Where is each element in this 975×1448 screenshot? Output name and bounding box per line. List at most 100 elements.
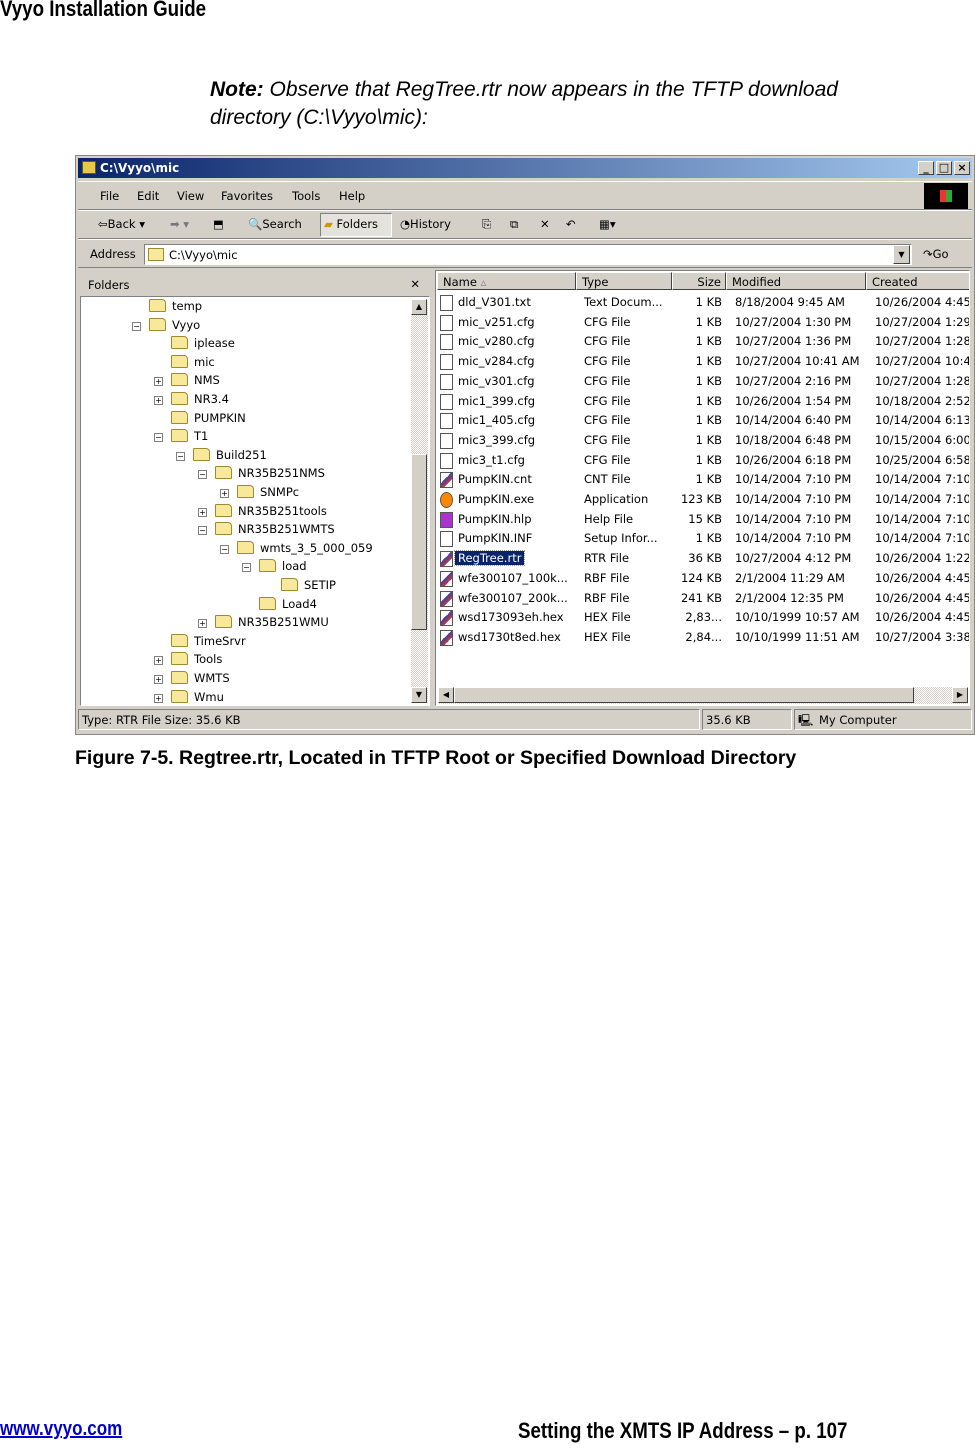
scroll-down-button[interactable]: ▼ (411, 687, 427, 703)
column-type[interactable]: Type (576, 272, 672, 290)
menu-edit[interactable]: Edit (137, 189, 159, 203)
file-row[interactable]: PumpKIN.exe Application 123 KB 10/14/2004 7… (438, 490, 969, 509)
footer-link[interactable]: www.vyyo.com (0, 1418, 122, 1441)
file-row[interactable]: mic1_405.cfg CFG File 1 KB 10/14/2004 6:40 … (438, 411, 969, 430)
address-input[interactable]: C:\Vyyo\mic (144, 244, 912, 265)
horizontal-scroll-thumb[interactable] (454, 687, 914, 703)
menu-tools[interactable]: Tools (292, 189, 320, 203)
close-folders-pane-icon[interactable]: ✕ (410, 277, 420, 291)
expand-icon[interactable]: + (154, 396, 163, 405)
forward-button[interactable]: ➡ ▾ (170, 217, 189, 231)
file-type: HEX File (584, 629, 631, 644)
collapse-icon[interactable]: − (220, 544, 229, 554)
tree-node[interactable]: SETIP (281, 578, 336, 596)
tree-node[interactable]: Load4 (259, 596, 317, 615)
expand-icon[interactable]: + (220, 489, 229, 498)
back-button[interactable]: ⇦Back ▾ (98, 217, 145, 231)
expand-icon[interactable]: + (154, 675, 163, 684)
column-name[interactable]: Name ▵ (437, 272, 576, 290)
tree-node[interactable]: + NMS (154, 373, 220, 391)
tree-node-label: T1 (194, 429, 209, 444)
folders-button[interactable]: ▰ Folders (324, 217, 378, 231)
tree-node[interactable]: − NR35B251NMS (198, 466, 325, 484)
file-row[interactable]: mic_v251.cfg CFG File 1 KB 10/27/2004 1:30 … (438, 313, 969, 332)
tree-node[interactable]: − load (242, 559, 307, 577)
go-button[interactable]: ↷Go (923, 247, 949, 261)
views-icon[interactable]: ▦▾ (599, 217, 616, 231)
tree-node[interactable]: − wmts_3_5_000_059 (220, 540, 373, 559)
collapse-icon[interactable]: − (154, 433, 163, 443)
file-row[interactable]: mic1_399.cfg CFG File 1 KB 10/26/2004 1:54 … (438, 392, 970, 411)
up-folder-icon[interactable]: ⬒ (213, 217, 224, 231)
tree-node[interactable]: iplease (171, 336, 235, 354)
column-created[interactable]: Created (866, 272, 969, 290)
move-to-icon[interactable]: ⎘ (482, 217, 491, 232)
tree-node[interactable]: + NR3.4 (154, 392, 229, 410)
close-button[interactable]: × (954, 161, 970, 175)
folder-icon (148, 248, 164, 261)
tree-node-label: NR35B251tools (238, 503, 327, 518)
file-row[interactable]: wsd173093eh.hex HEX File 2,83... 10/10/1999… (438, 608, 969, 627)
collapse-icon[interactable]: − (198, 470, 207, 480)
expand-icon[interactable]: + (154, 656, 163, 666)
tree-node[interactable]: + Tools (154, 652, 222, 670)
tree-node-label: NMS (194, 373, 220, 388)
file-created: 10/18/2004 2:52 (875, 393, 970, 408)
file-row[interactable]: PumpKIN.hlp Help File 15 KB 10/14/2004 7:10… (438, 510, 969, 529)
search-button[interactable]: 🔍Search (248, 217, 302, 231)
minimize-button[interactable]: _ (918, 161, 934, 175)
tree-node[interactable]: − T1 (154, 429, 209, 447)
tree-node[interactable]: + SNMPc (220, 485, 299, 503)
maximize-button[interactable]: □ (936, 161, 952, 175)
tree-node[interactable]: − Build251 (176, 447, 267, 466)
expand-icon[interactable]: + (154, 377, 163, 387)
file-modified: 2/1/2004 12:35 PM (735, 590, 844, 605)
tree-node[interactable]: − NR35B251WMTS (198, 522, 335, 540)
file-row[interactable]: mic_v284.cfg CFG File 1 KB 10/27/2004 10:41… (438, 352, 969, 371)
back-label: Back (107, 217, 136, 231)
expand-icon[interactable]: + (154, 693, 163, 703)
scroll-up-button[interactable]: ▲ (411, 299, 427, 315)
expand-icon[interactable]: + (198, 619, 207, 629)
collapse-icon[interactable]: − (198, 526, 207, 536)
tree-node[interactable]: + NR35B251WMU (198, 615, 329, 633)
tree-node[interactable]: TimeSrvr (171, 633, 246, 652)
file-row[interactable]: mic3_t1.cfg CFG File 1 KB 10/26/2004 6:18 P… (438, 451, 969, 470)
file-row[interactable]: mic_v301.cfg CFG File 1 KB 10/27/2004 2:16 … (438, 372, 969, 391)
history-button[interactable]: ◔History (400, 217, 451, 231)
file-name: mic_v301.cfg (458, 373, 535, 388)
column-modified[interactable]: Modified (726, 272, 866, 290)
delete-icon[interactable]: ✕ (540, 217, 550, 231)
file-row[interactable]: PumpKIN.cnt CNT File 1 KB 10/14/2004 7:10 P… (438, 470, 969, 489)
file-row[interactable]: wfe300107_100k... RBF File 124 KB 2/1/2004 … (438, 569, 969, 588)
collapse-icon[interactable]: − (242, 563, 251, 573)
menu-favorites[interactable]: Favorites (221, 189, 273, 203)
menu-view[interactable]: View (177, 189, 204, 203)
tree-node[interactable]: mic (171, 354, 215, 373)
undo-icon[interactable]: ↶ (566, 217, 576, 231)
tree-node[interactable]: − Vyyo (132, 317, 200, 336)
file-row[interactable]: wsd1730t8ed.hex HEX File 2,84... 10/10/1999… (438, 628, 969, 647)
collapse-icon[interactable]: − (176, 451, 185, 461)
address-dropdown-button[interactable]: ▼ (893, 245, 910, 264)
copy-to-icon[interactable]: ⧉ (510, 217, 518, 232)
tree-node[interactable]: PUMPKIN (171, 410, 246, 429)
tree-node[interactable]: + Wmu (154, 689, 224, 705)
file-row[interactable]: dld_V301.txt Text Docum... 1 KB 8/18/2004 9… (438, 293, 969, 312)
file-row[interactable]: PumpKIN.INF Setup Infor... 1 KB 10/14/2004 … (438, 529, 969, 548)
file-row[interactable]: mic_v280.cfg CFG File 1 KB 10/27/2004 1:36 … (438, 332, 969, 351)
menu-file[interactable]: File (100, 189, 119, 203)
tree-node[interactable]: + NR35B251tools (198, 503, 327, 522)
scroll-right-button[interactable]: ▶ (952, 687, 968, 703)
file-row[interactable]: wfe300107_200k... RBF File 241 KB 2/1/2004 … (438, 589, 969, 608)
tree-node[interactable]: temp (149, 299, 202, 317)
file-row[interactable]: RegTree.rtr RTR File 36 KB 10/27/2004 4:12 … (438, 549, 969, 568)
tree-node[interactable]: + WMTS (154, 671, 230, 689)
scroll-thumb[interactable] (411, 454, 427, 630)
file-row[interactable]: mic3_399.cfg CFG File 1 KB 10/18/2004 6:48 … (438, 431, 969, 450)
scroll-left-button[interactable]: ◀ (438, 687, 454, 703)
menu-help[interactable]: Help (339, 189, 365, 203)
column-size[interactable]: Size (672, 272, 726, 290)
collapse-icon[interactable]: − (132, 321, 141, 331)
expand-icon[interactable]: + (198, 507, 207, 517)
